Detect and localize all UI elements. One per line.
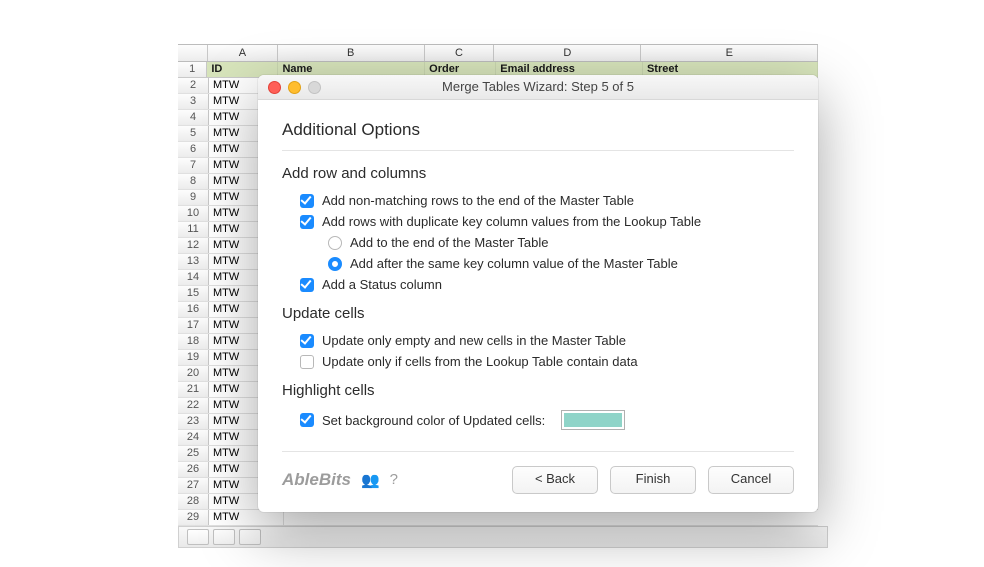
cancel-button[interactable]: Cancel xyxy=(708,466,794,494)
dialog-titlebar: Merge Tables Wizard: Step 5 of 5 xyxy=(258,75,818,100)
divider xyxy=(282,150,794,151)
row-number[interactable]: 29 xyxy=(178,510,209,525)
checkbox-label: Add a Status column xyxy=(322,277,442,292)
row-number[interactable]: 6 xyxy=(178,142,209,157)
checkbox-row[interactable]: Add a Status column xyxy=(282,274,794,295)
help-icon[interactable]: ? xyxy=(390,471,398,489)
radio-label: Add to the end of the Master Table xyxy=(350,235,549,250)
radio-icon[interactable] xyxy=(328,257,342,271)
checkbox-row[interactable]: Add rows with duplicate key column value… xyxy=(282,211,794,232)
row-number[interactable]: 2 xyxy=(178,78,209,93)
row-number[interactable]: 23 xyxy=(178,414,209,429)
checkbox-row[interactable]: Update only empty and new cells in the M… xyxy=(282,330,794,351)
dialog-button-bar: AbleBits 👥 ? < Back Finish Cancel xyxy=(282,451,794,494)
row-number[interactable]: 13 xyxy=(178,254,209,269)
people-icon[interactable]: 👥 xyxy=(361,471,380,489)
col-header-B[interactable]: B xyxy=(278,45,425,61)
row-number[interactable]: 27 xyxy=(178,478,209,493)
radio-row[interactable]: Add after the same key column value of t… xyxy=(282,253,794,274)
checkbox-icon[interactable] xyxy=(300,413,314,427)
color-swatch[interactable] xyxy=(561,410,625,430)
col-header-E[interactable]: E xyxy=(641,45,818,61)
radio-icon[interactable] xyxy=(328,236,342,250)
minimize-icon[interactable] xyxy=(288,81,301,94)
window-controls xyxy=(268,81,321,94)
checkbox-row[interactable]: Set background color of Updated cells: xyxy=(282,407,794,433)
sheet-view-toolbar xyxy=(178,526,828,548)
radio-label: Add after the same key column value of t… xyxy=(350,256,678,271)
maximize-icon xyxy=(308,81,321,94)
row-number[interactable]: 28 xyxy=(178,494,209,509)
checkbox-icon[interactable] xyxy=(300,215,314,229)
checkbox-icon[interactable] xyxy=(300,278,314,292)
section-title-add: Add row and columns xyxy=(282,165,794,182)
cell[interactable] xyxy=(284,510,818,525)
row-number[interactable]: 24 xyxy=(178,430,209,445)
dialog-title: Merge Tables Wizard: Step 5 of 5 xyxy=(442,79,634,94)
row-number[interactable]: 18 xyxy=(178,334,209,349)
row-number[interactable]: 16 xyxy=(178,302,209,317)
page-layout-view-button[interactable] xyxy=(213,529,235,545)
radio-row[interactable]: Add to the end of the Master Table xyxy=(282,232,794,253)
row-number[interactable]: 5 xyxy=(178,126,209,141)
checkbox-row[interactable]: Update only if cells from the Lookup Tab… xyxy=(282,351,794,372)
row-number[interactable]: 9 xyxy=(178,190,209,205)
checkbox-label: Set background color of Updated cells: xyxy=(322,413,545,428)
col-header-C[interactable]: C xyxy=(425,45,494,61)
col-header-A[interactable]: A xyxy=(208,45,277,61)
back-button[interactable]: < Back xyxy=(512,466,598,494)
normal-view-button[interactable] xyxy=(187,529,209,545)
checkbox-label: Update only empty and new cells in the M… xyxy=(322,333,626,348)
row-number[interactable]: 17 xyxy=(178,318,209,333)
row-number[interactable]: 8 xyxy=(178,174,209,189)
row-number[interactable]: 14 xyxy=(178,270,209,285)
table-row: 29MTW xyxy=(178,510,818,526)
row-number[interactable]: 11 xyxy=(178,222,209,237)
section-title-highlight: Highlight cells xyxy=(282,382,794,399)
col-header-D[interactable]: D xyxy=(494,45,641,61)
cell[interactable]: MTW xyxy=(209,510,284,525)
merge-tables-wizard-dialog: Merge Tables Wizard: Step 5 of 5 Additio… xyxy=(258,75,818,512)
row-number[interactable]: 19 xyxy=(178,350,209,365)
close-icon[interactable] xyxy=(268,81,281,94)
row-number[interactable]: 26 xyxy=(178,462,209,477)
row-number[interactable]: 7 xyxy=(178,158,209,173)
row-number[interactable]: 15 xyxy=(178,286,209,301)
brand-logo: AbleBits xyxy=(282,470,351,490)
checkbox-label: Add non-matching rows to the end of the … xyxy=(322,193,634,208)
row-number[interactable]: 25 xyxy=(178,446,209,461)
page-heading: Additional Options xyxy=(282,120,794,140)
section-title-update: Update cells xyxy=(282,305,794,322)
checkbox-icon[interactable] xyxy=(300,355,314,369)
checkbox-row[interactable]: Add non-matching rows to the end of the … xyxy=(282,190,794,211)
page-break-view-button[interactable] xyxy=(239,529,261,545)
row-number[interactable]: 3 xyxy=(178,94,209,109)
select-all-corner[interactable] xyxy=(178,45,208,61)
row-number[interactable]: 4 xyxy=(178,110,209,125)
finish-button[interactable]: Finish xyxy=(610,466,696,494)
row-number[interactable]: 21 xyxy=(178,382,209,397)
checkbox-icon[interactable] xyxy=(300,194,314,208)
checkbox-icon[interactable] xyxy=(300,334,314,348)
row-number[interactable]: 1 xyxy=(178,62,207,77)
row-number[interactable]: 10 xyxy=(178,206,209,221)
checkbox-label: Add rows with duplicate key column value… xyxy=(322,214,701,229)
row-number[interactable]: 22 xyxy=(178,398,209,413)
row-number[interactable]: 12 xyxy=(178,238,209,253)
row-number[interactable]: 20 xyxy=(178,366,209,381)
checkbox-label: Update only if cells from the Lookup Tab… xyxy=(322,354,638,369)
column-header-row: A B C D E xyxy=(178,44,818,62)
